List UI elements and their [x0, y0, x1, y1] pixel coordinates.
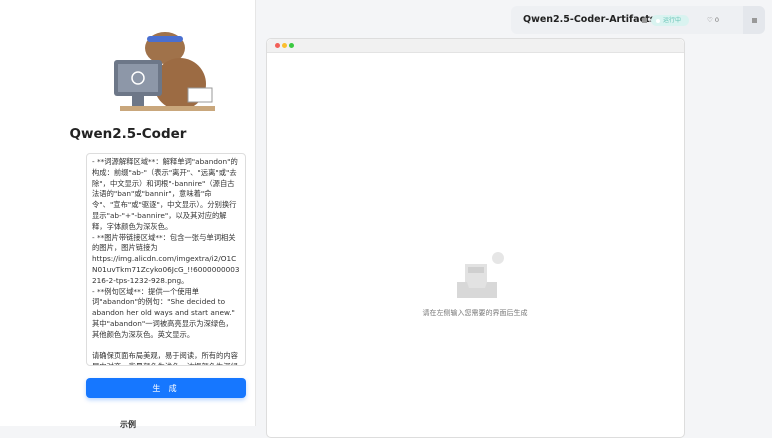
copy-icon[interactable] — [642, 18, 647, 23]
input-panel: Qwen2.5-Coder - **词源解释区域**：解释单词"abandon"… — [0, 0, 256, 429]
capybara-mascot-illustration — [114, 32, 215, 111]
prompt-input[interactable]: - **词源解释区域**：解释单词"abandon"的构成：前缀"ab-"（表示… — [86, 153, 246, 366]
menu-icon — [752, 18, 757, 23]
minimize-dot-icon — [282, 43, 287, 48]
preview-window — [266, 38, 685, 438]
examples-heading: 示例 — [120, 420, 136, 429]
generate-button[interactable]: 生 成 — [86, 378, 246, 398]
space-header: Qwen2.5-Coder-Artifacts 运行中 ♡ 0 — [511, 6, 765, 34]
close-dot-icon — [275, 43, 280, 48]
heart-icon: ♡ — [707, 16, 713, 24]
space-name[interactable]: Qwen2.5-Coder-Artifacts — [523, 14, 655, 25]
maximize-dot-icon — [289, 43, 294, 48]
empty-inbox-icon — [457, 252, 504, 298]
empty-state-text: 请在左侧输入您需要的界面后生成 — [422, 309, 528, 317]
status-badge: 运行中 — [651, 15, 689, 26]
browser-titlebar — [267, 39, 684, 53]
app-title: Qwen2.5-Coder — [69, 126, 187, 142]
like-count: 0 — [714, 16, 720, 24]
like-button[interactable]: ♡ 0 — [707, 16, 719, 24]
menu-button[interactable] — [743, 6, 765, 34]
